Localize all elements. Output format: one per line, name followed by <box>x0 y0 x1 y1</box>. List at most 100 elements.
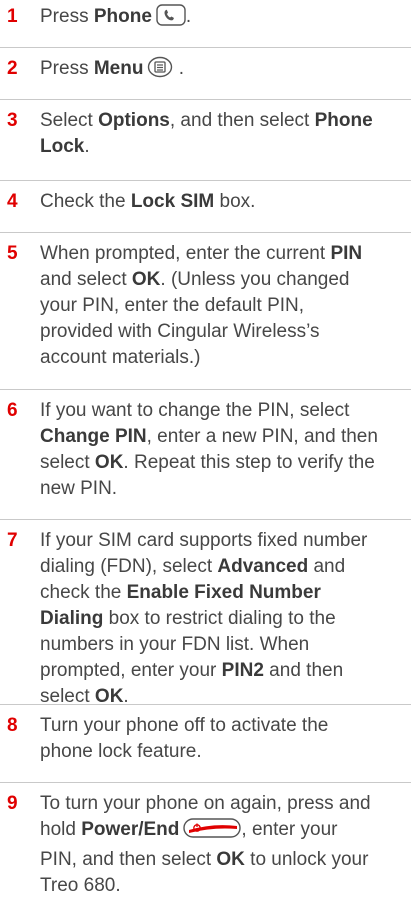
ui-term: OK <box>131 269 161 290</box>
step-line: check the Enable Fixed Number <box>40 580 410 606</box>
step-text-run: account materials.) <box>40 347 201 368</box>
ui-term: Menu <box>93 58 144 79</box>
step-text: To turn your phone on again, press and ho… <box>40 791 410 899</box>
step-text-run: If your SIM card supports fixed number <box>40 530 368 551</box>
step-text-run: numbers in your FDN list. When <box>40 634 310 655</box>
step-line: When prompted, enter the current PIN <box>40 241 410 267</box>
step-text-run: phone lock feature. <box>40 741 202 762</box>
instruction-page: 1 Press Phone. 2 Press Menu . 3 Select Option… <box>0 0 411 896</box>
step-text: Check the Lock SIM box. <box>40 189 410 215</box>
step-5: 5 When prompted, enter the current PIN and… <box>0 241 411 390</box>
step-line: your PIN, enter the default PIN, <box>40 293 410 319</box>
step-line: Press Menu . <box>40 56 410 86</box>
ui-term: Phone <box>93 6 152 27</box>
step-text-run: PIN, and then select <box>40 849 217 870</box>
step-8: 8 Turn your phone off to activate the phon… <box>0 713 411 783</box>
step-number: 9 <box>7 793 18 814</box>
ui-term: OK <box>216 849 245 870</box>
step-line: Treo 680. <box>40 873 410 899</box>
ui-term: OK <box>94 686 124 707</box>
step-2: 2 Press Menu . <box>0 56 411 100</box>
step-line: numbers in your FDN list. When <box>40 632 410 658</box>
step-number: 6 <box>7 400 18 421</box>
step-line: account materials.) <box>40 345 410 371</box>
step-line: prompted, enter your PIN2 and then <box>40 658 410 684</box>
ui-term: Power/End <box>81 819 180 840</box>
step-text: Press Menu . <box>40 56 410 86</box>
step-text-run: your PIN, enter the default PIN, <box>40 295 305 316</box>
step-text-run: box to restrict dialing to the <box>103 608 336 629</box>
step-text: Press Phone. <box>40 4 410 34</box>
step-number: 1 <box>7 6 18 27</box>
ui-term: Phone <box>314 110 373 131</box>
step-line: select OK. Repeat this step to verify th… <box>40 450 410 476</box>
step-line: To turn your phone on again, press and <box>40 791 410 817</box>
ui-term: Enable Fixed Number <box>126 582 321 603</box>
ui-term: Options <box>98 110 170 131</box>
step-9: 9 To turn your phone on again, press and h… <box>0 791 411 896</box>
step-1: 1 Press Phone. <box>0 4 411 48</box>
step-line: If your SIM card supports fixed number <box>40 528 410 554</box>
step-line: phone lock feature. <box>40 739 410 765</box>
step-3: 3 Select Options, and then select Phone Lo… <box>0 108 411 181</box>
ui-term: Lock <box>40 136 85 157</box>
step-text: When prompted, enter the current PIN and … <box>40 241 410 371</box>
step-text-run: new PIN. <box>40 478 118 499</box>
step-line: hold Power/End , enter your <box>40 817 410 847</box>
step-text-run: . <box>173 58 185 79</box>
step-number: 8 <box>7 715 18 736</box>
step-text-run: To turn your phone on again, press and <box>40 793 371 814</box>
step-line: provided with Cingular Wireless’s <box>40 319 410 345</box>
step-line: If you want to change the PIN, select <box>40 398 410 424</box>
step-text-run: to unlock your <box>244 849 369 870</box>
step-text-run: check the <box>40 582 127 603</box>
step-line: Turn your phone off to activate the <box>40 713 410 739</box>
step-line: select OK. <box>40 684 410 710</box>
step-text-run: , enter a new PIN, and then <box>146 426 378 447</box>
step-text-run: select <box>40 452 95 473</box>
step-text-run: select <box>40 686 95 707</box>
step-text: Turn your phone off to activate the phone… <box>40 713 410 765</box>
step-text-run: prompted, enter your <box>40 660 222 681</box>
step-text-run: . <box>123 686 129 707</box>
step-7: 7 If your SIM card supports fixed number d… <box>0 528 411 707</box>
step-line: and select OK. (Unless you changed <box>40 267 410 293</box>
step-text-run: provided with Cingular Wireless’s <box>40 321 320 342</box>
step-text-run: box. <box>214 191 256 212</box>
step-text-run: and <box>308 556 346 577</box>
step-text-run: and select <box>40 269 132 290</box>
phone-key-icon <box>156 4 186 34</box>
step-text-run: Select <box>40 110 99 131</box>
ui-term: Change PIN <box>40 426 147 447</box>
step-line: new PIN. <box>40 476 410 502</box>
ui-term: OK <box>94 452 124 473</box>
step-number: 7 <box>7 530 18 551</box>
menu-key-icon <box>147 56 173 86</box>
step-4: 4 Check the Lock SIM box. <box>0 189 411 233</box>
step-line: Press Phone. <box>40 4 410 34</box>
step-number: 4 <box>7 191 18 212</box>
ui-term: PIN2 <box>221 660 264 681</box>
step-text-run: . (Unless you changed <box>160 269 350 290</box>
step-text-run: Treo 680. <box>40 875 121 896</box>
step-text-run: . Repeat this step to verify the <box>123 452 375 473</box>
step-text-run: and then <box>263 660 344 681</box>
step-line: Select Options, and then select Phone <box>40 108 410 134</box>
step-text-run: When prompted, enter the current <box>40 243 331 264</box>
step-text: If you want to change the PIN, select Cha… <box>40 398 410 502</box>
ui-term: Dialing <box>40 608 104 629</box>
step-6: 6 If you want to change the PIN, select Ch… <box>0 398 411 520</box>
step-text-run: , and then select <box>169 110 315 131</box>
step-line: Check the Lock SIM box. <box>40 189 410 215</box>
step-number: 2 <box>7 58 18 79</box>
step-text-run: Check the <box>40 191 131 212</box>
step-text-run: . <box>84 136 90 157</box>
step-line: PIN, and then select OK to unlock your <box>40 847 410 873</box>
step-line: Change PIN, enter a new PIN, and then <box>40 424 410 450</box>
ui-term: Lock SIM <box>130 191 215 212</box>
step-text: Select Options, and then select Phone Loc… <box>40 108 410 160</box>
step-line: Lock. <box>40 134 410 160</box>
step-text-run: Turn your phone off to activate the <box>40 715 329 736</box>
step-text-run: Press <box>40 6 94 27</box>
step-text-run: . <box>185 6 192 27</box>
